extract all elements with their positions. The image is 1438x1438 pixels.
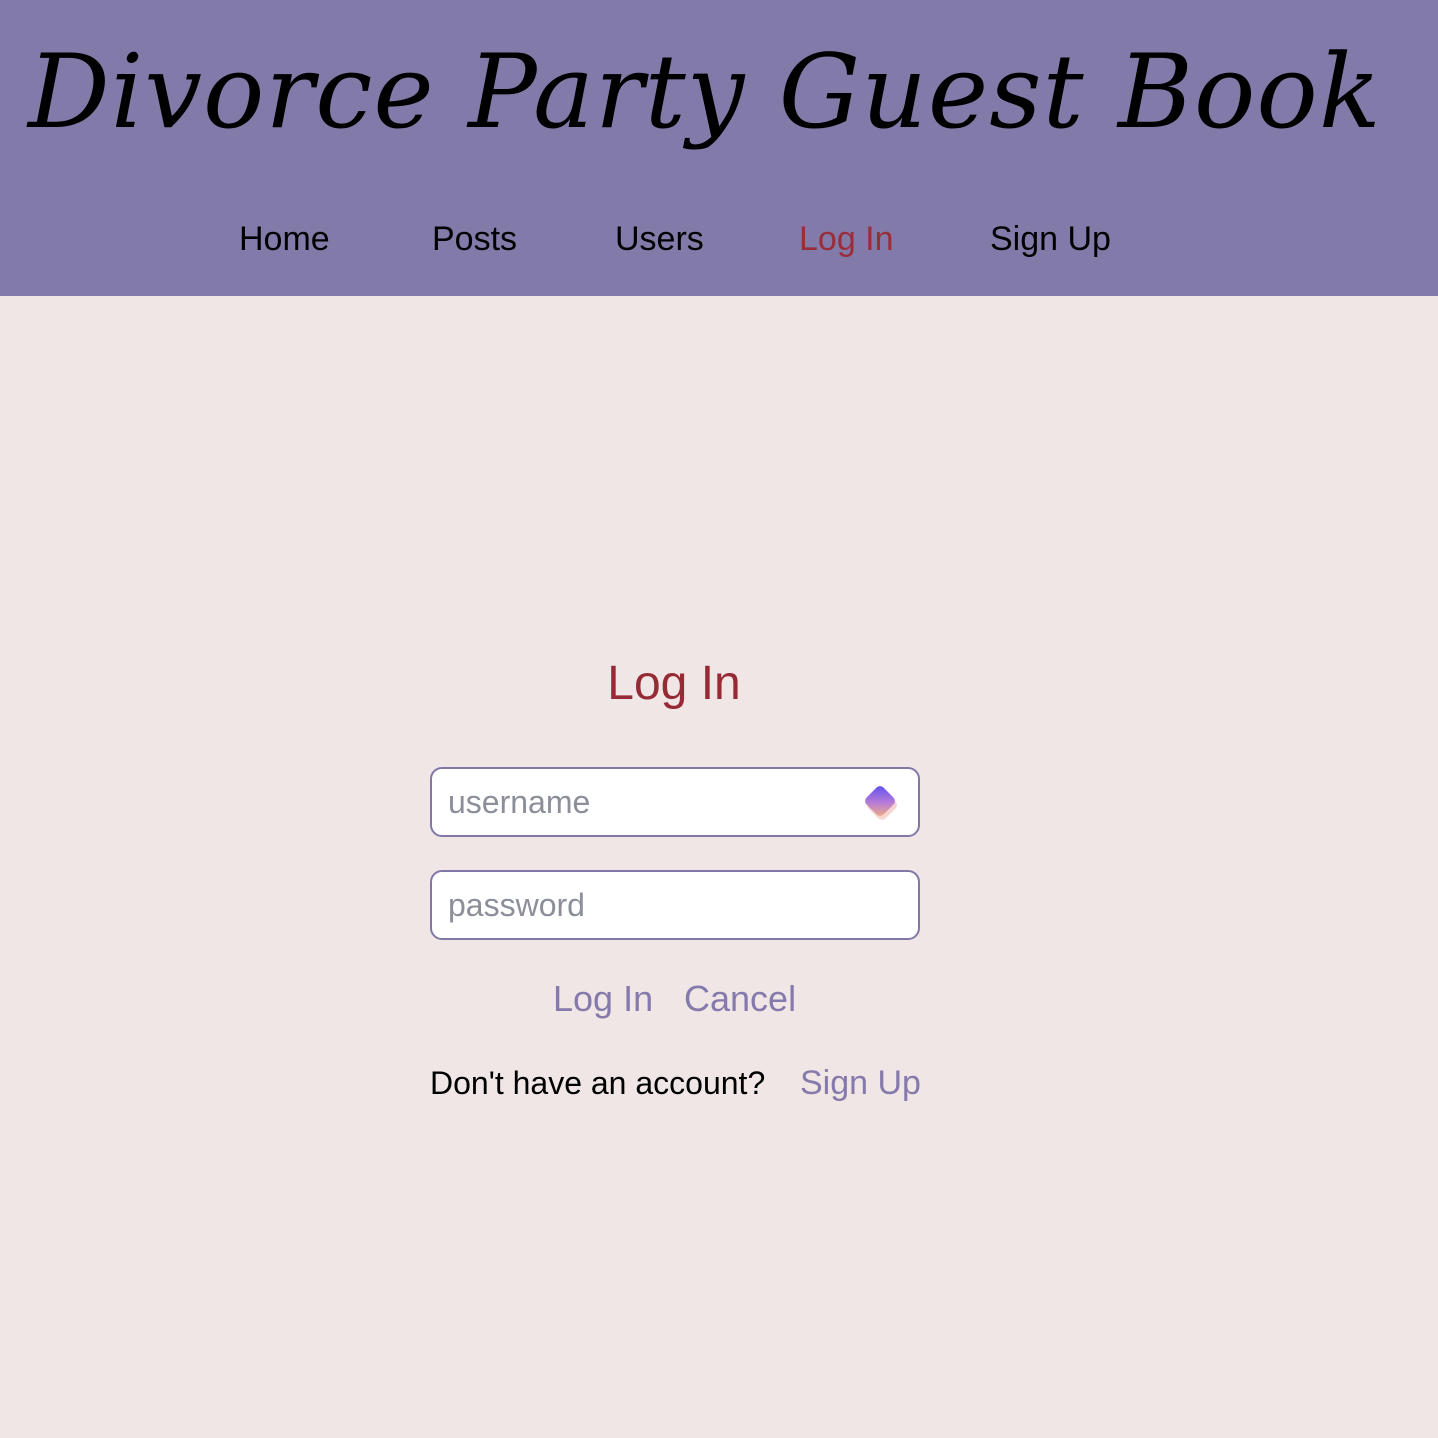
sign-up-link[interactable]: Sign Up (800, 1058, 921, 1108)
password-manager-icon[interactable] (858, 780, 904, 826)
username-input[interactable] (448, 769, 848, 835)
main-nav: Home Posts Users Log In Sign Up (0, 214, 1438, 266)
site-header: Divorce Party Guest Book Home Posts User… (0, 0, 1438, 296)
username-field (430, 767, 920, 837)
nav-item-users[interactable]: Users (615, 214, 704, 264)
cancel-button[interactable]: Cancel (684, 972, 796, 1026)
login-heading-text: Log In (607, 657, 741, 710)
login-heading: Log In (0, 652, 1438, 716)
nav-item-home[interactable]: Home (239, 214, 330, 264)
signup-prompt-row: Don't have an account? Sign Up (430, 1058, 930, 1110)
nav-item-posts[interactable]: Posts (432, 214, 517, 264)
nav-item-log-in[interactable]: Log In (799, 214, 894, 264)
password-field (430, 870, 920, 940)
site-title: Divorce Party Guest Book (28, 33, 1382, 152)
log-in-button[interactable]: Log In (553, 972, 653, 1026)
password-input[interactable] (448, 872, 848, 938)
form-actions: Log In Cancel (0, 972, 1438, 1028)
nav-item-sign-up[interactable]: Sign Up (990, 214, 1111, 264)
signup-prompt-text: Don't have an account? (430, 1065, 766, 1101)
